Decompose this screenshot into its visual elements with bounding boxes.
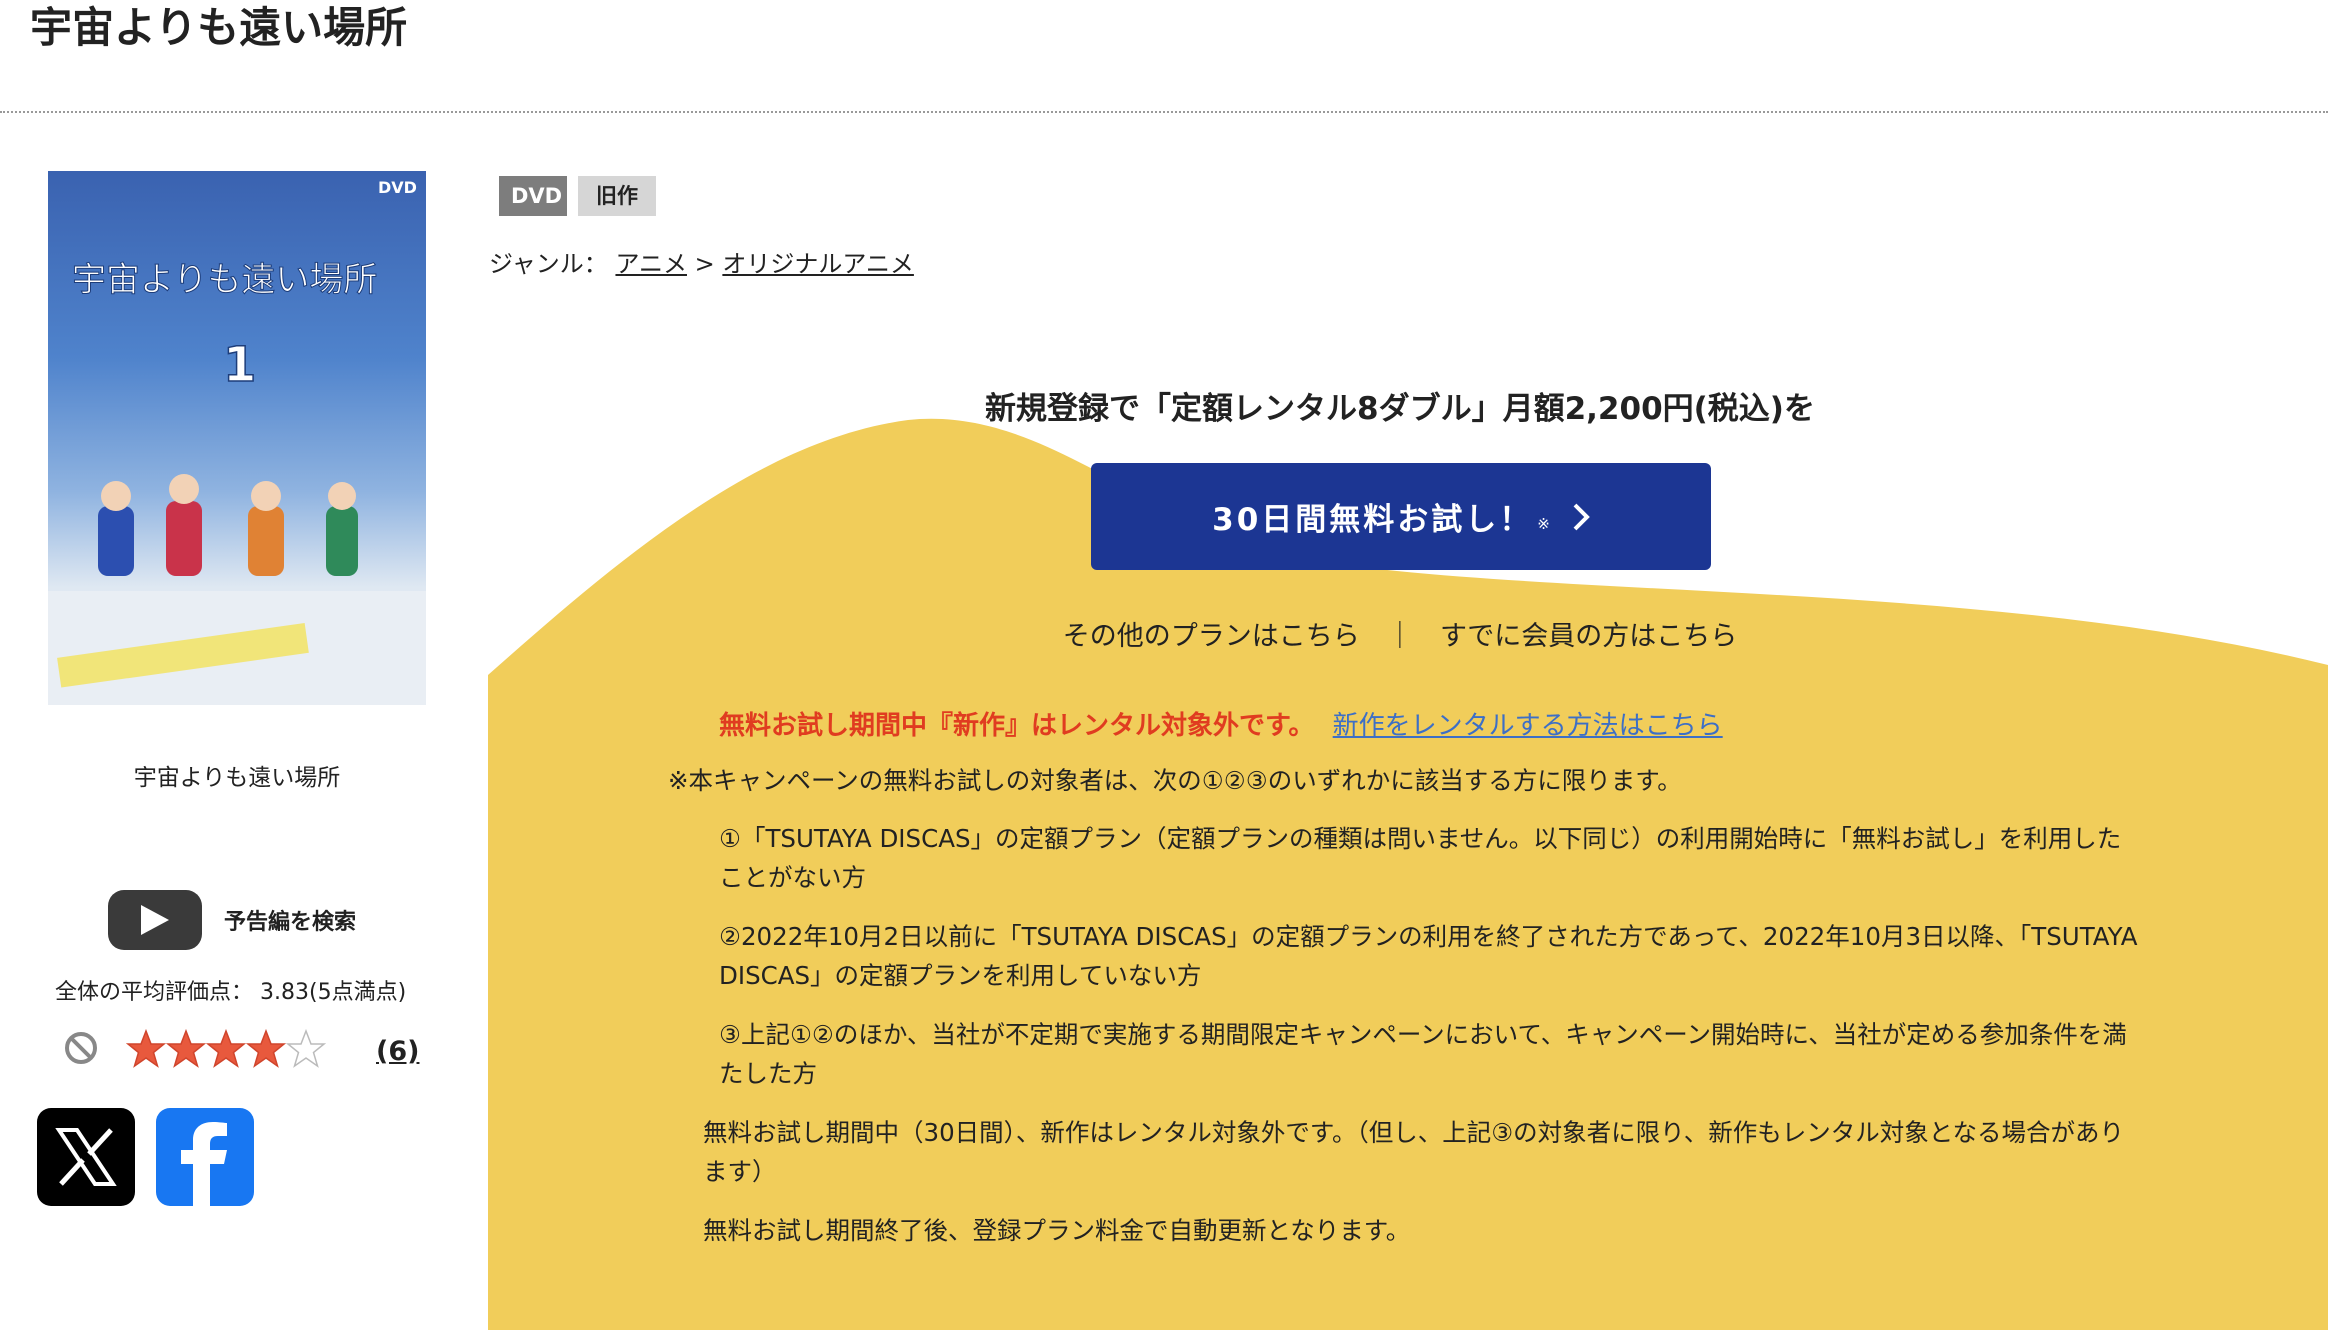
trailer-label: 予告編を検索 <box>224 910 357 935</box>
facebook-logo-icon <box>181 1122 227 1206</box>
x-logo-icon <box>55 1128 117 1186</box>
free-trial-note-mark: ※ <box>1537 514 1550 533</box>
star-filled-icon <box>126 1029 166 1068</box>
eligibility-text: ※本キャンペーンの無料お試しの対象者は、次の①②③のいずれかに該当する方に限りま… <box>668 766 1682 795</box>
existing-member-link[interactable]: すでに会員の方はこちら <box>1440 621 1737 652</box>
product-caption: 宇宙よりも遠い場所 <box>133 765 341 791</box>
genre-link-original-anime[interactable]: オリジナルアニメ <box>722 250 914 278</box>
link-divider: ｜ <box>1386 621 1414 652</box>
title-divider <box>0 111 2328 113</box>
release-type-badge: 旧作 <box>578 176 656 216</box>
plan-links: その他のプランはこちら ｜ すでに会員の方はこちら <box>700 614 2100 653</box>
star-rating <box>126 1029 326 1069</box>
warning-text: 無料お試し期間中『新作』はレンタル対象外です。 <box>719 711 1315 741</box>
new-release-warning: 無料お試し期間中『新作』はレンタル対象外です。 新作をレンタルする方法はこちら <box>719 705 1723 742</box>
genre-label: ジャンル： <box>489 250 608 278</box>
trial-period-note: 無料お試し期間中（30日間）、新作はレンタル対象外です。（但し、上記③の対象者に… <box>703 1118 2124 1186</box>
genre-link-anime[interactable]: アニメ <box>615 250 687 278</box>
other-plans-link[interactable]: その他のプランはこちら <box>1063 621 1360 652</box>
star-filled-icon <box>246 1029 286 1068</box>
svg-text:1: 1 <box>223 337 256 393</box>
trailer-search-button[interactable]: 予告編を検索 <box>108 890 356 950</box>
star-empty-icon <box>286 1029 326 1068</box>
promo-headline: 新規登録で「定額レンタル8ダブル」月額2,200円(税込)を <box>985 391 1815 427</box>
chevron-right-icon <box>1573 503 1590 530</box>
svg-text:DVD: DVD <box>378 178 417 197</box>
not-interested-icon[interactable] <box>64 1031 98 1065</box>
average-rating: 全体の平均評価点： 3.83(5点満点) <box>55 974 406 1006</box>
star-filled-icon <box>206 1029 246 1068</box>
review-count-link[interactable]: (6) <box>376 1036 419 1067</box>
condition-3: ③上記①②のほか、当社が不定期で実施する期間限定キャンペーンにおいて、キャンペー… <box>719 1020 2127 1088</box>
format-badge: DVD <box>499 176 567 216</box>
youtube-icon <box>108 890 202 950</box>
auto-renew-note: 無料お試し期間終了後、登録プラン料金で自動更新となります。 <box>703 1216 1411 1245</box>
rating-label: 全体の平均評価点： <box>55 980 254 1005</box>
free-trial-label: 30日間無料お試し！ <box>1212 502 1534 538</box>
share-facebook-button[interactable] <box>156 1108 254 1206</box>
dvd-cover-image[interactable]: DVD 宇宙よりも遠い場所 1 <box>48 171 426 705</box>
page-title: 宇宙よりも遠い場所 <box>30 3 408 52</box>
breadcrumb-separator: > <box>694 250 715 278</box>
free-trial-button[interactable]: 30日間無料お試し！ ※ <box>1091 463 1711 570</box>
svg-text:宇宙よりも遠い場所: 宇宙よりも遠い場所 <box>72 260 377 300</box>
genre-breadcrumb: ジャンル： アニメ > オリジナルアニメ <box>489 244 914 279</box>
new-release-rental-link[interactable]: 新作をレンタルする方法はこちら <box>1333 711 1723 741</box>
condition-2: ②2022年10月2日以前に「TSUTAYA DISCAS」の定額プランの利用を… <box>719 922 2138 990</box>
share-x-button[interactable] <box>37 1108 135 1206</box>
rating-value: 3.83(5点満点) <box>260 980 407 1005</box>
condition-1: ①「TSUTAYA DISCAS」の定額プラン（定額プランの種類は問いません。以… <box>719 824 2122 892</box>
star-filled-icon <box>166 1029 206 1068</box>
